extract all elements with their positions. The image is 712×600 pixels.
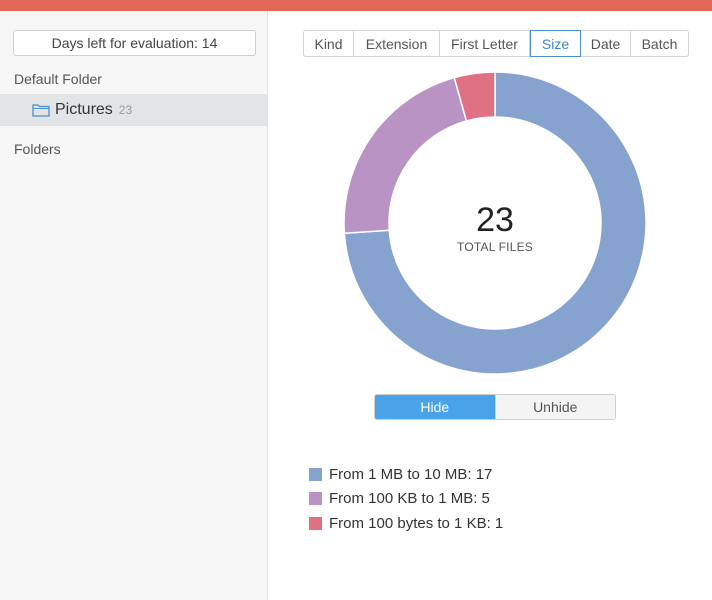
sidebar-item-count: 23 <box>118 103 133 117</box>
tab-first-letter[interactable]: First Letter <box>440 31 530 56</box>
total-files-label: TOTAL FILES <box>457 240 533 254</box>
hide-unhide-toggle: Hide Unhide <box>374 394 616 420</box>
sidebar-item-pictures[interactable]: Pictures 23 <box>0 94 267 126</box>
legend-swatch <box>309 467 322 481</box>
tab-extension[interactable]: Extension <box>354 31 440 56</box>
legend-swatch <box>309 516 322 530</box>
default-folder-title: Default Folder <box>14 71 102 87</box>
tab-date[interactable]: Date <box>581 31 631 56</box>
tab-kind[interactable]: Kind <box>304 31 354 56</box>
folder-icon <box>32 103 50 117</box>
evaluation-button[interactable]: Days left for evaluation: 14 <box>13 30 256 56</box>
legend-label: From 1 MB to 10 MB: 17 <box>329 465 493 483</box>
legend-item: From 100 KB to 1 MB: 5 <box>309 487 503 512</box>
hide-button[interactable]: Hide <box>375 395 495 419</box>
legend: From 1 MB to 10 MB: 17 From 100 KB to 1 … <box>309 462 503 536</box>
legend-item: From 100 bytes to 1 KB: 1 <box>309 511 503 536</box>
tab-bar: Kind Extension First Letter Size Date Ba… <box>303 30 689 57</box>
legend-swatch <box>309 492 322 506</box>
folders-title: Folders <box>14 141 61 157</box>
tab-size[interactable]: Size <box>530 30 581 57</box>
legend-label: From 100 bytes to 1 KB: 1 <box>329 514 504 532</box>
legend-item: From 1 MB to 10 MB: 17 <box>309 462 503 487</box>
tab-batch[interactable]: Batch <box>631 31 688 56</box>
total-files-count: 23 <box>476 201 514 239</box>
unhide-button[interactable]: Unhide <box>494 395 615 419</box>
title-bar <box>0 0 712 11</box>
sidebar-item-label: Pictures <box>55 101 113 118</box>
legend-label: From 100 KB to 1 MB: 5 <box>329 490 490 508</box>
sidebar: Days left for evaluation: 14 Default Fol… <box>0 11 268 600</box>
